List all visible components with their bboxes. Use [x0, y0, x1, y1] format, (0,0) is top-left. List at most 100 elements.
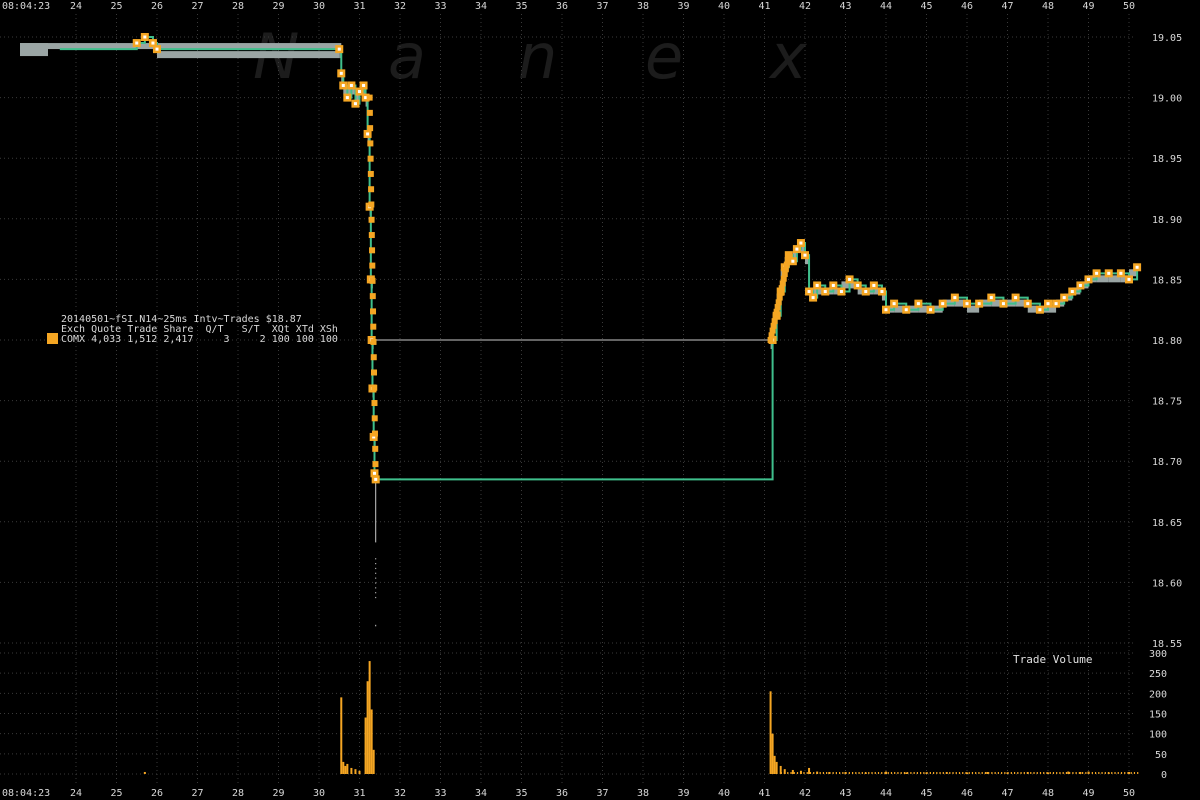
x-tick-label: 27: [191, 1, 203, 12]
trade-marker: [371, 415, 378, 422]
x-tick-label: 46: [961, 788, 973, 799]
volume-bar: [864, 772, 867, 774]
y-tick-label: 18.95: [1152, 154, 1182, 165]
volume-bar: [978, 772, 980, 774]
x-tick-labels-bottom: 24 25 26 27 28 29 30 31 32 33 34 35 36 37 38 39 40 41 42 43…: [70, 788, 1135, 799]
bid-ask-band: [20, 43, 1138, 483]
volume-bar: [354, 769, 357, 774]
volume-bar: [923, 772, 925, 774]
volume-bar: [971, 772, 974, 774]
x-tick-label: 30: [313, 1, 325, 12]
volume-bar: [1023, 772, 1025, 774]
volume-bar: [1049, 772, 1051, 774]
price-tail: [375, 558, 377, 627]
trade-marker-center: [839, 290, 843, 294]
x-tick-label: 41: [758, 788, 770, 799]
trade-marker-center: [143, 35, 147, 39]
volume-bar: [791, 769, 794, 774]
trade-marker-center: [1119, 271, 1123, 275]
trade-marker-center: [349, 83, 353, 87]
volume-bar: [1039, 772, 1042, 774]
x-tick-label: 40: [718, 788, 730, 799]
volume-bar: [1114, 772, 1116, 774]
x-tick-label: 38: [637, 1, 649, 12]
volume-bar: [1065, 772, 1068, 774]
volume-bar: [775, 761, 778, 774]
volume-bar: [370, 709, 373, 774]
volume-bar: [372, 749, 375, 774]
legend-swatch-comx: [47, 333, 58, 344]
trade-marker-center: [864, 290, 868, 294]
x-tick-label: 31: [353, 1, 365, 12]
trade-marker: [368, 216, 375, 223]
volume-bar: [1043, 772, 1045, 774]
volume-bar: [1130, 772, 1132, 774]
trade-marker-center: [884, 308, 888, 312]
time-label-bottom: 08:04:23: [2, 788, 50, 799]
volume-bar: [1004, 772, 1006, 774]
volume-bar: [796, 772, 799, 774]
volume-bar: [1013, 772, 1016, 774]
volume-bar: [916, 772, 918, 774]
trade-marker: [370, 308, 377, 315]
trade-marker: [367, 125, 374, 132]
volume-bar: [1107, 772, 1110, 774]
volume-bar: [342, 761, 345, 774]
y-tick-label: 18.60: [1152, 578, 1182, 589]
volume-bar: [364, 717, 367, 774]
volume-bar: [819, 772, 821, 774]
volume-bar: [773, 755, 776, 774]
volume-bar: [851, 772, 854, 774]
volume-bars: [143, 661, 1139, 774]
volume-bar: [848, 772, 850, 774]
x-tick-label: 47: [1001, 788, 1013, 799]
trade-marker-center: [848, 277, 852, 281]
volume-bar: [994, 772, 996, 774]
volume-bar: [1010, 772, 1012, 774]
volume-bar: [1056, 772, 1058, 774]
volume-bar: [813, 772, 815, 774]
trade-marker-center: [1026, 302, 1030, 306]
trade-marker-center: [791, 259, 795, 263]
volume-bar: [897, 772, 899, 774]
tail-dot: [375, 567, 377, 570]
x-tick-label: 48: [1042, 788, 1054, 799]
trade-marker-center: [856, 283, 860, 287]
trade-marker: [369, 293, 376, 300]
y-tick-label: 19.05: [1152, 33, 1182, 44]
volume-bar: [939, 772, 941, 774]
trade-marker: [372, 445, 379, 452]
volume-bar: [1007, 772, 1009, 774]
trade-marker-center: [1014, 296, 1018, 300]
volume-bar: [997, 772, 999, 774]
x-tick-label: 33: [434, 1, 446, 12]
trade-marker-center: [953, 296, 957, 300]
x-tick-label: 27: [191, 788, 203, 799]
trade-marker-center: [155, 47, 159, 51]
trade-marker-center: [1070, 290, 1074, 294]
volume-bar: [769, 691, 772, 774]
watermark-letter: a: [388, 20, 426, 93]
tail-dot: [375, 624, 377, 627]
volume-bar: [826, 772, 828, 774]
volume-bar: [842, 772, 844, 774]
volume-bar: [1033, 772, 1035, 774]
trade-marker-center: [1095, 271, 1099, 275]
trade-marker-center: [892, 302, 896, 306]
tail-dot: [375, 596, 377, 599]
volume-bar: [1072, 772, 1074, 774]
x-tick-label: 30: [313, 788, 325, 799]
volume-y-tick-label: 150: [1149, 710, 1167, 721]
volume-bar: [894, 772, 896, 774]
watermark-letter: e: [645, 20, 683, 93]
x-tick-label: 35: [515, 788, 527, 799]
band-segment: [157, 51, 340, 59]
volume-bar: [905, 772, 908, 774]
volume-bar: [874, 772, 876, 774]
x-tick-label: 42: [799, 788, 811, 799]
volume-bar: [845, 772, 847, 774]
y-tick-label: 18.90: [1152, 215, 1182, 226]
trade-marker: [367, 155, 374, 162]
trade-marker-center: [965, 302, 969, 306]
trade-marker-center: [811, 296, 815, 300]
